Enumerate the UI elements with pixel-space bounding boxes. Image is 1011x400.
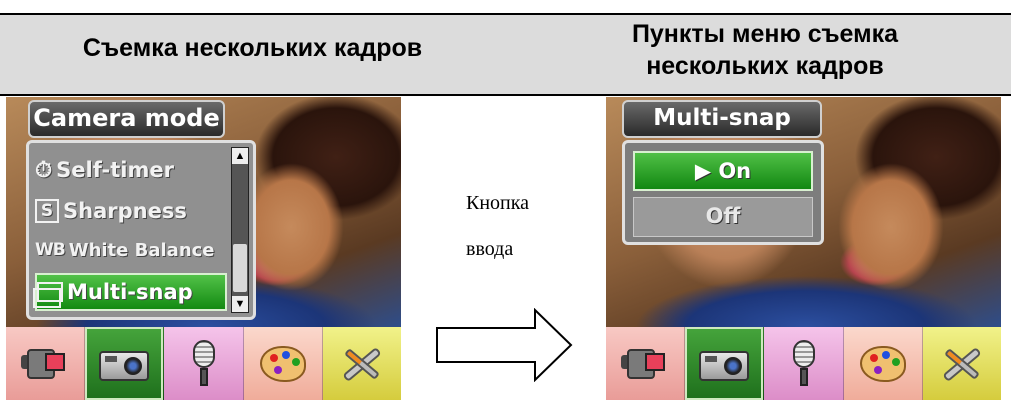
tab-effects[interactable] xyxy=(843,327,923,400)
tab-camera[interactable] xyxy=(685,327,765,400)
tab-camera[interactable] xyxy=(85,327,165,400)
multi-snap-icon xyxy=(33,282,63,308)
right-heading: Пункты меню съемка нескольких кадров xyxy=(540,18,990,82)
tools-icon xyxy=(336,340,388,388)
tab-audio[interactable] xyxy=(164,327,244,400)
scroll-thumb[interactable] xyxy=(233,244,247,292)
scroll-down-icon[interactable]: ▼ xyxy=(232,296,248,312)
left-screen: Camera mode ⏱ Self-timer S Sharpness WB … xyxy=(6,97,401,400)
white-balance-icon: WB xyxy=(35,240,66,260)
enter-button-label-line1: Кнопка xyxy=(466,192,530,214)
tab-video[interactable] xyxy=(606,327,686,400)
option-on[interactable]: ▶ On xyxy=(633,151,813,191)
microphone-icon xyxy=(187,338,221,390)
left-heading: Съемка нескольких кадров xyxy=(82,34,423,62)
microphone-icon xyxy=(787,338,821,390)
tab-audio[interactable] xyxy=(764,327,844,400)
palette-icon xyxy=(858,342,908,386)
play-arrow-icon: ▶ xyxy=(694,159,719,183)
menu-item-label: White Balance xyxy=(68,239,215,261)
menu-scrollbar[interactable]: ▲ ▼ xyxy=(231,147,249,313)
enter-button-label-line2: ввода xyxy=(466,238,514,260)
option-off[interactable]: Off xyxy=(633,197,813,237)
tab-settings[interactable] xyxy=(922,327,1001,400)
right-heading-line2: нескольких кадров xyxy=(646,52,884,80)
tab-settings[interactable] xyxy=(322,327,401,400)
menu-item-white-balance[interactable]: WB White Balance xyxy=(35,231,227,269)
menu-item-self-timer[interactable]: ⏱ Self-timer xyxy=(35,151,227,189)
video-camera-icon xyxy=(621,341,669,387)
self-timer-icon: ⏱ xyxy=(35,157,53,183)
scroll-up-icon[interactable]: ▲ xyxy=(232,148,248,164)
tab-effects[interactable] xyxy=(243,327,323,400)
menu-title-multi-snap: Multi-snap xyxy=(622,100,822,138)
option-label: Off xyxy=(705,204,741,228)
option-label: On xyxy=(718,159,752,183)
menu-item-label: Sharpness xyxy=(63,199,187,223)
menu-item-label: Self-timer xyxy=(56,158,174,182)
tools-icon xyxy=(936,340,988,388)
tab-video[interactable] xyxy=(6,327,86,400)
menu-item-label: Multi-snap xyxy=(67,280,193,304)
camera-icon xyxy=(97,343,151,385)
multi-snap-menu: ▶ On Off xyxy=(622,140,824,245)
camera-mode-menu: ⏱ Self-timer S Sharpness WB White Balanc… xyxy=(26,140,256,320)
menu-item-sharpness[interactable]: S Sharpness xyxy=(35,192,227,230)
mode-toolbar xyxy=(6,327,401,400)
right-arrow-icon xyxy=(436,308,573,382)
sharpness-icon: S xyxy=(35,199,59,223)
mode-toolbar xyxy=(606,327,1001,400)
right-heading-line1: Пункты меню съемка xyxy=(631,20,899,48)
palette-icon xyxy=(258,342,308,386)
video-camera-icon xyxy=(21,341,69,387)
menu-title-camera-mode: Camera mode xyxy=(28,100,225,138)
camera-icon xyxy=(697,343,751,385)
right-screen: Multi-snap ▶ On Off xyxy=(606,97,1001,400)
menu-item-multi-snap[interactable]: Multi-snap xyxy=(33,273,227,311)
